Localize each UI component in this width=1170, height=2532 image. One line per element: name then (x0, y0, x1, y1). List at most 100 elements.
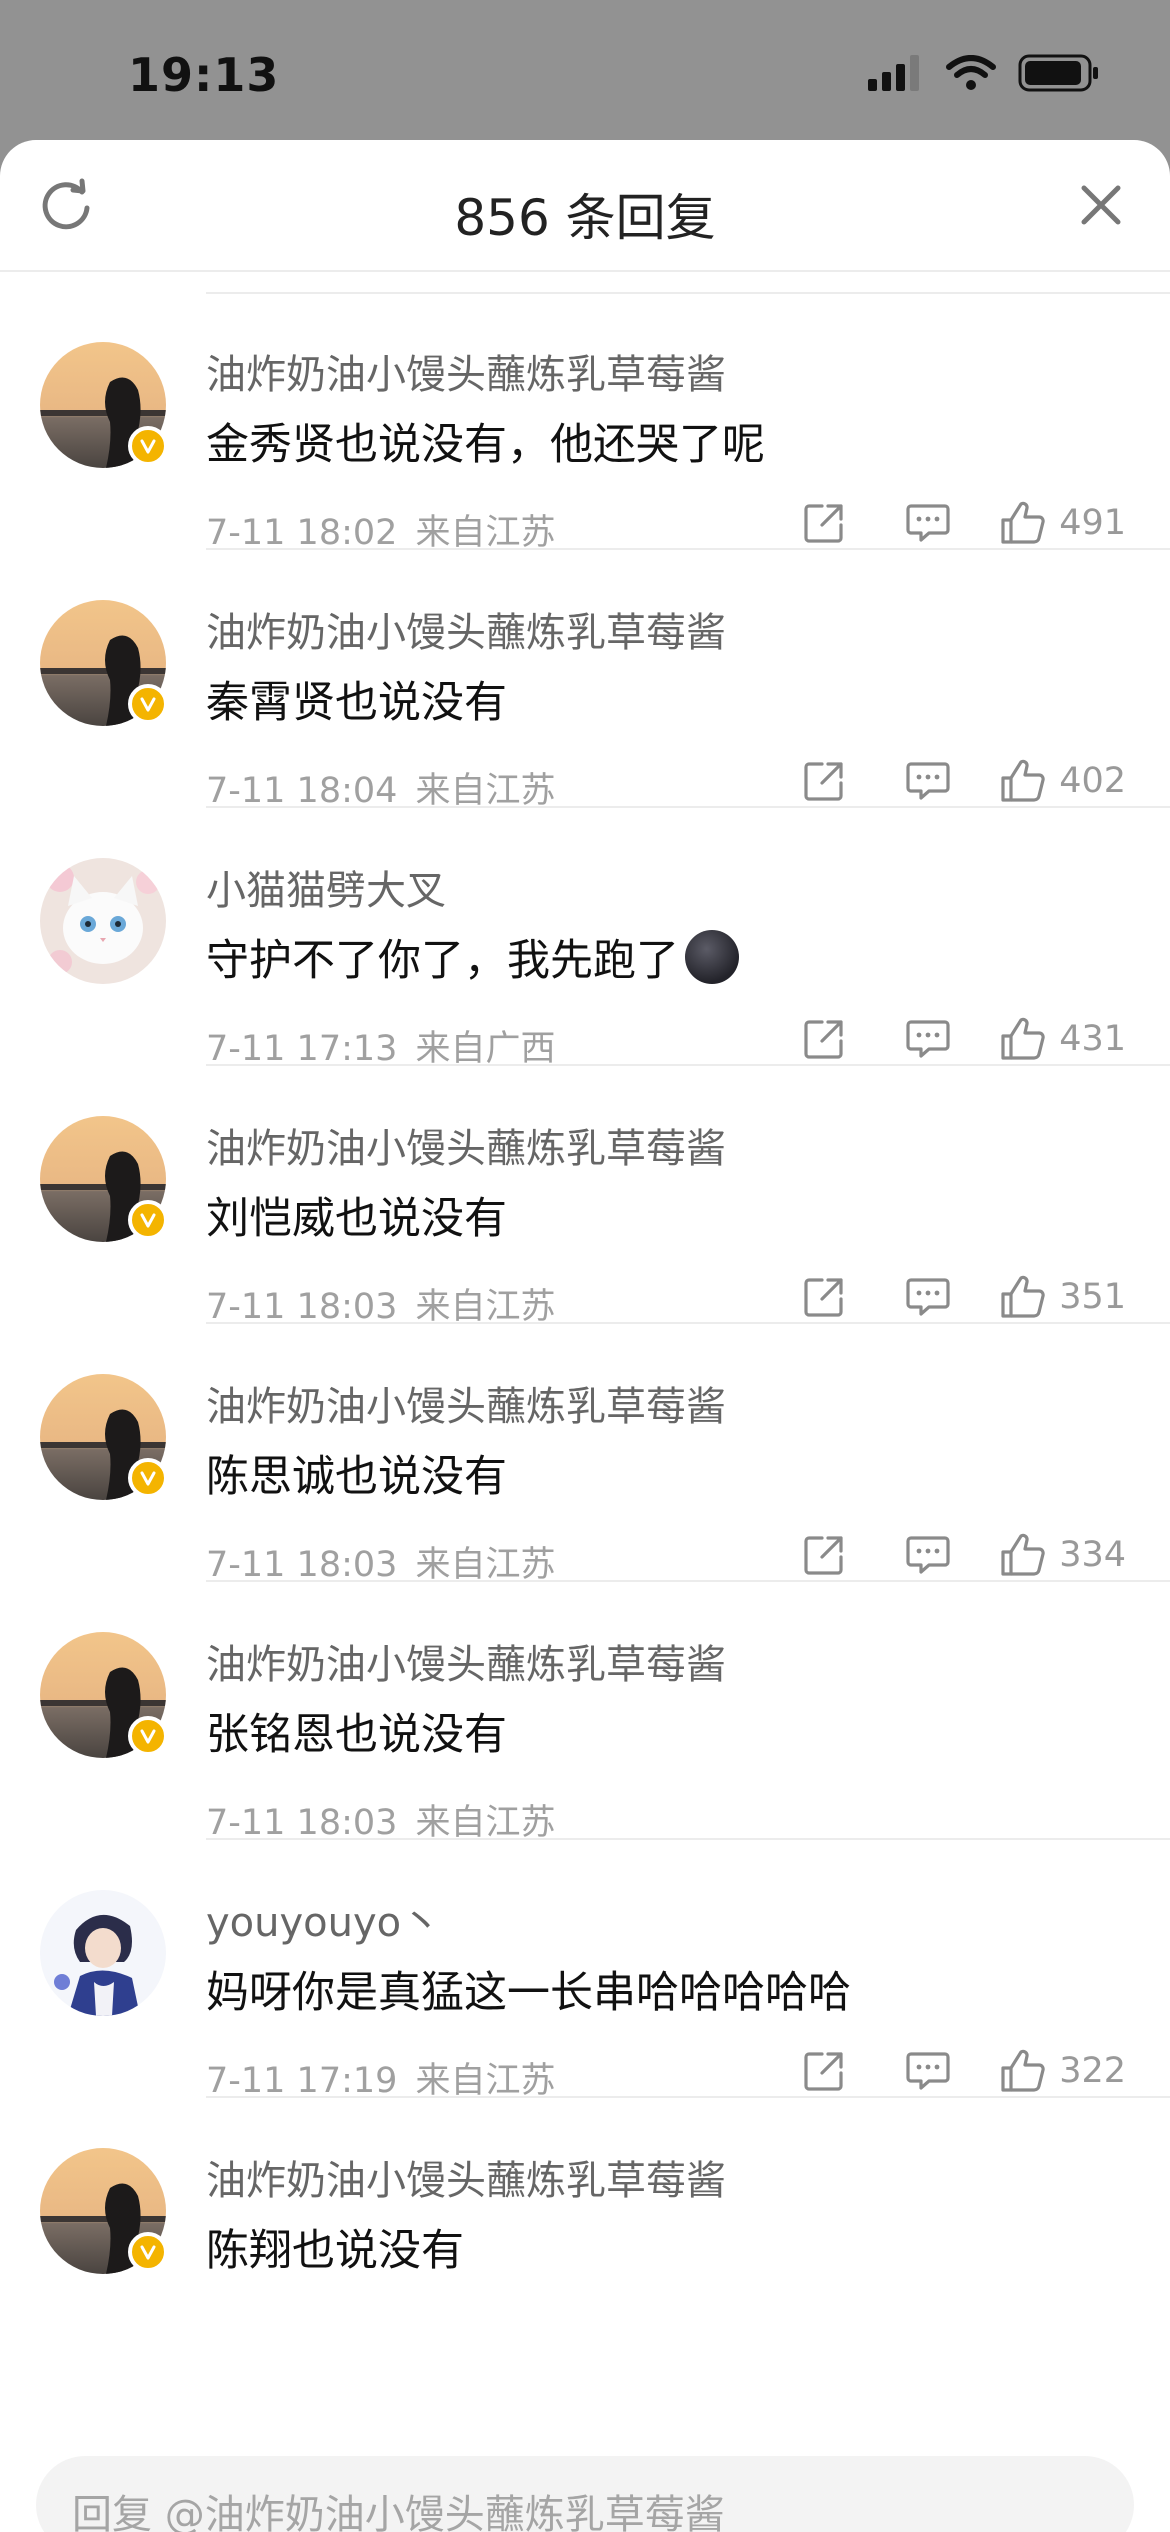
comment-location: 来自广西 (415, 1029, 556, 1069)
comment-list[interactable]: 油炸奶油小馒头蘸炼乳草莓酱 金秀贤也说没有，他还哭了呢 7-11 18:02 来自江苏… (0, 270, 1170, 2350)
comment-text-content: 秦霄贤也说没有 (206, 678, 507, 728)
comment-location: 来自江苏 (415, 513, 556, 553)
comment-location: 来自江苏 (415, 1287, 556, 1327)
reply-button[interactable] (903, 2046, 953, 2096)
like-button[interactable]: 431 (999, 1016, 1126, 1062)
like-button[interactable]: 322 (999, 2048, 1126, 2094)
like-button[interactable]: 402 (999, 758, 1126, 804)
comment-username[interactable]: 油炸奶油小馒头蘸炼乳草莓酱 (206, 2148, 726, 2206)
comment-text: 刘恺威也说没有 (206, 1184, 507, 1246)
like-icon (1001, 759, 1045, 802)
reply-button[interactable] (903, 1272, 953, 1322)
replies-sheet: 856 条回复 油炸奶油小馒头蘸炼乳草莓酱 金秀贤也说没有，他还哭了呢 7-11 1… (0, 140, 1170, 2532)
comment-text-content: 陈翔也说没有 (206, 2226, 464, 2276)
avatar[interactable] (40, 2148, 168, 2274)
like-icon (1001, 1017, 1045, 1060)
comment-text-content: 刘恺威也说没有 (206, 1194, 507, 1244)
battery-icon (1018, 54, 1098, 92)
comment-username[interactable]: 油炸奶油小馒头蘸炼乳草莓酱 (206, 342, 726, 400)
reply-input[interactable]: 回复 @油炸奶油小馒头蘸炼乳草莓酱 (36, 2456, 1134, 2532)
comment-text: 秦霄贤也说没有 (206, 668, 507, 730)
avatar[interactable] (40, 1632, 168, 1758)
comment-date: 7-11 18:04 (206, 771, 398, 811)
comment-actions: 334 (745, 1530, 1126, 1580)
like-icon (1001, 501, 1045, 544)
like-count: 431 (1059, 1019, 1126, 1059)
new-moon-face-icon (685, 930, 739, 984)
comment-username[interactable]: 小猫猫劈大叉 (206, 858, 446, 916)
close-button[interactable] (1076, 180, 1126, 230)
like-count: 322 (1059, 2051, 1126, 2091)
avatar[interactable] (40, 1374, 168, 1500)
reply-button[interactable] (903, 1530, 953, 1580)
avatar[interactable] (40, 858, 166, 984)
comment-text: 守护不了你了，我先跑了 (206, 926, 739, 988)
comment-username[interactable]: 油炸奶油小馒头蘸炼乳草莓酱 (206, 1632, 726, 1690)
share-icon (804, 2052, 843, 2091)
share-button[interactable] (799, 756, 849, 806)
comment-location: 来自江苏 (415, 2061, 556, 2101)
reply-button[interactable] (903, 756, 953, 806)
like-icon (1001, 2049, 1045, 2092)
comment-username[interactable]: 油炸奶油小馒头蘸炼乳草莓酱 (206, 1116, 726, 1174)
avatar[interactable] (40, 342, 168, 468)
comment-username[interactable]: 油炸奶油小馒头蘸炼乳草莓酱 (206, 1374, 726, 1432)
avatar[interactable] (40, 1890, 166, 2016)
status-time: 19:13 (128, 48, 280, 102)
comment-item[interactable]: 油炸奶油小馒头蘸炼乳草莓酱 陈思诚也说没有 7-11 18:03 来自江苏 334 (0, 1324, 1170, 1585)
reply-button[interactable] (903, 1014, 953, 1064)
share-icon (804, 1020, 843, 1059)
comment-text: 陈思诚也说没有 (206, 1442, 507, 1504)
reply-button[interactable] (903, 498, 953, 548)
comment-username[interactable]: 油炸奶油小馒头蘸炼乳草莓酱 (206, 600, 726, 658)
comment-item[interactable]: youyouyo丶 妈呀你是真猛这一长串哈哈哈哈哈 7-11 17:19 来自江苏 32… (0, 1840, 1170, 2101)
share-button[interactable] (799, 498, 849, 548)
comment-icon (906, 1536, 950, 1574)
comment-actions: 351 (745, 1272, 1126, 1322)
comment-item[interactable]: 油炸奶油小馒头蘸炼乳草莓酱刘恺威也说没有 7-11 18:03 来自江苏 351 (0, 1066, 1170, 1327)
reply-placeholder: 回复 @油炸奶油小馒头蘸炼乳草莓酱 (72, 2492, 725, 2532)
comment-text: 金秀贤也说没有，他还哭了呢 (206, 410, 765, 472)
share-icon (804, 504, 843, 543)
share-button[interactable] (799, 1014, 849, 1064)
comment-item[interactable]: 油炸奶油小馒头蘸炼乳草莓酱陈翔也说没有 (0, 2098, 1170, 2350)
comment-item[interactable]: 油炸奶油小馒头蘸炼乳草莓酱金秀贤也说没有，他还哭了呢 7-11 18:02 来自江苏… (0, 292, 1170, 553)
avatar[interactable] (40, 1116, 168, 1242)
share-button[interactable] (799, 2046, 849, 2096)
comment-text-content: 张铭恩也说没有 (206, 1710, 507, 1760)
share-button[interactable] (799, 1272, 849, 1322)
comment-icon (906, 2052, 950, 2090)
comment-icon (906, 1278, 950, 1316)
comment-text-content: 陈思诚也说没有 (206, 1452, 507, 1502)
signal-icon (868, 55, 919, 91)
comment-location: 来自江苏 (415, 1803, 556, 1843)
comment-date: 7-11 18:03 (206, 1287, 398, 1327)
share-icon (804, 762, 843, 801)
comment-item[interactable]: 小猫猫劈大叉 守护不了你了，我先跑了 7-11 17:13 来自广西 431 (0, 808, 1170, 1069)
comment-item[interactable]: 油炸奶油小馒头蘸炼乳草莓酱 秦霄贤也说没有 7-11 18:04 来自江苏 402 (0, 550, 1170, 811)
comment-username[interactable]: youyouyo丶 (206, 1890, 441, 1948)
avatar-image (40, 858, 166, 984)
comment-item[interactable]: 油炸奶油小馒头蘸炼乳草莓酱 张铭恩也说没有 7-11 18:03 来自江苏 (0, 1582, 1170, 1843)
share-button[interactable] (799, 1530, 849, 1580)
comment-icon (906, 1020, 950, 1058)
sheet-header: 856 条回复 (0, 140, 1170, 272)
like-count: 402 (1059, 761, 1126, 801)
like-button[interactable]: 491 (999, 500, 1126, 546)
comment-icon (906, 762, 950, 800)
comment-date: 7-11 17:19 (206, 2061, 398, 2101)
comment-text-content: 金秀贤也说没有，他还哭了呢 (206, 420, 765, 470)
like-button[interactable]: 334 (999, 1532, 1126, 1578)
verified-icon (128, 684, 168, 724)
comment-date: 7-11 18:03 (206, 1545, 398, 1585)
comment-text: 陈翔也说没有 (206, 2216, 464, 2278)
close-icon (1081, 185, 1121, 225)
avatar[interactable] (40, 600, 168, 726)
comment-date: 7-11 18:02 (206, 513, 398, 553)
like-count: 334 (1059, 1535, 1126, 1575)
page-title: 856 条回复 (454, 189, 716, 247)
like-button[interactable]: 351 (999, 1274, 1126, 1320)
comment-actions: 402 (745, 756, 1126, 806)
status-bar: 19:13 (0, 0, 1170, 140)
avatar-image (40, 1890, 166, 2016)
